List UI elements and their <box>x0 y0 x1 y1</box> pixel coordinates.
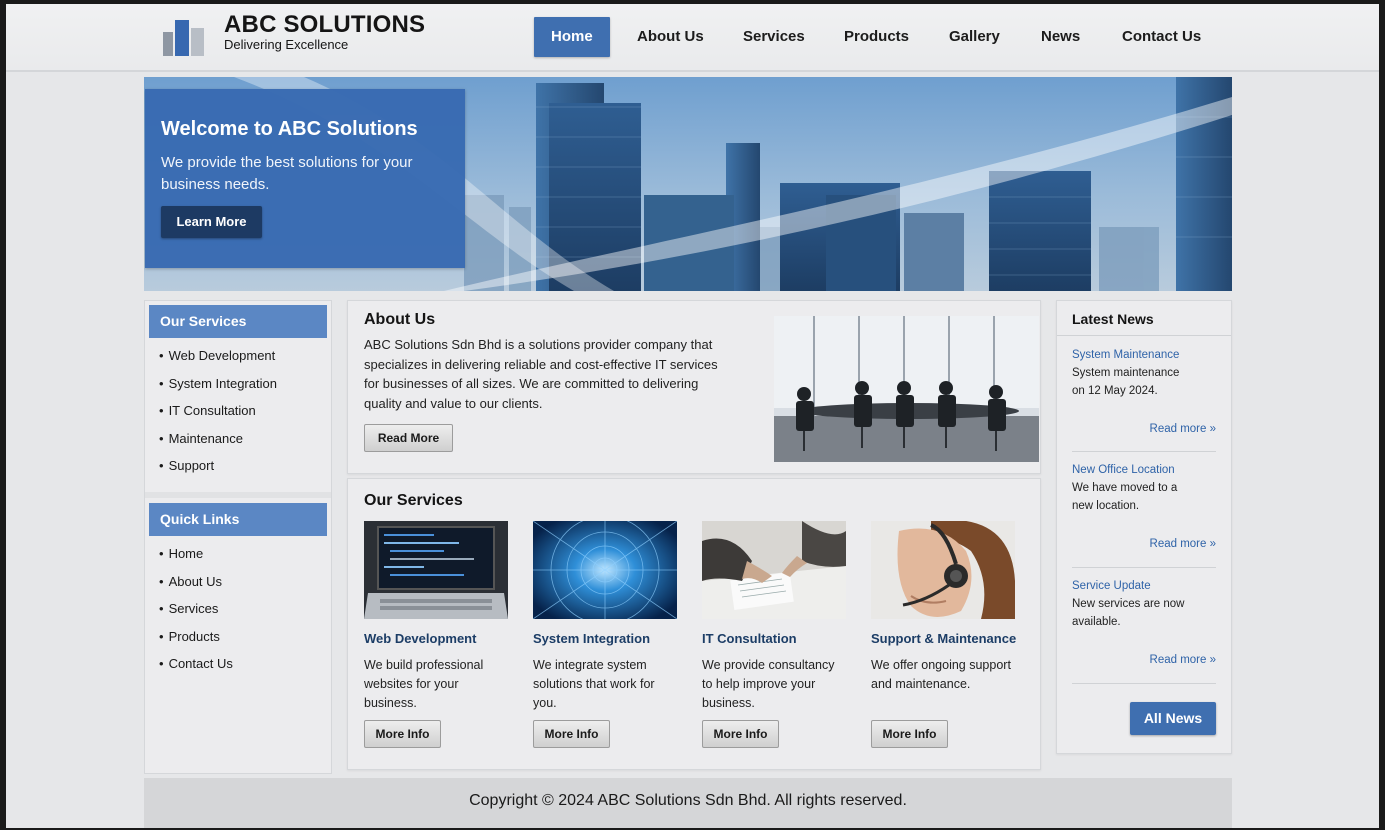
service-desc-it-consultation: We provide consultancy to help improve y… <box>702 658 835 710</box>
more-info-button-it-consultation[interactable]: More Info <box>702 720 779 748</box>
latest-news-title: Latest News <box>1072 311 1154 327</box>
service-title-web-development[interactable]: Web Development <box>364 631 476 646</box>
hero-title: Welcome to ABC Solutions <box>161 118 418 140</box>
all-news-button[interactable]: All News <box>1130 702 1216 735</box>
page-frame: ABC SOLUTIONS Delivering Excellence Home… <box>6 4 1379 828</box>
more-info-button-support-maintenance[interactable]: More Info <box>871 720 948 748</box>
site-footer: Copyright © 2024 ABC Solutions Sdn Bhd. … <box>144 778 1232 828</box>
hero-welcome-box: Welcome to ABC Solutions We provide the … <box>145 89 465 268</box>
sidebar-item-it-consultation[interactable]: IT Consultation <box>159 403 277 431</box>
hero-banner: Welcome to ABC Solutions We provide the … <box>144 77 1232 291</box>
quick-link-about-us[interactable]: About Us <box>159 574 233 602</box>
hero-text: We provide the best solutions for your b… <box>161 154 413 193</box>
laptop-code-image <box>364 521 508 619</box>
services-title: Our Services <box>364 492 463 509</box>
service-desc-support-maintenance: We offer ongoing support and maintenance… <box>871 658 1011 691</box>
nav-news[interactable]: News <box>1041 17 1080 57</box>
quick-link-services[interactable]: Services <box>159 601 233 629</box>
quick-link-home[interactable]: Home <box>159 546 233 574</box>
left-sidebar: Our Services Web Development System Inte… <box>144 300 332 774</box>
more-info-button-system-integration[interactable]: More Info <box>533 720 610 748</box>
news-title-new-office-location[interactable]: New Office Location <box>1072 464 1216 476</box>
nav-services[interactable]: Services <box>743 17 805 57</box>
nav-products[interactable]: Products <box>844 17 909 57</box>
sidebar-item-system-integration[interactable]: System Integration <box>159 376 277 404</box>
news-text-system-maintenance: System maintenance on 12 May 2024. <box>1072 367 1180 397</box>
news-title-system-maintenance[interactable]: System Maintenance <box>1072 349 1216 361</box>
news-title-service-update[interactable]: Service Update <box>1072 580 1216 592</box>
services-panel: Our Services Web Development We build pr… <box>347 478 1041 770</box>
nav-contact-us[interactable]: Contact Us <box>1122 17 1201 57</box>
read-more-button[interactable]: Read More <box>364 424 453 452</box>
service-title-system-integration[interactable]: System Integration <box>533 631 650 646</box>
nav-gallery[interactable]: Gallery <box>949 17 1000 57</box>
news-item-system-maintenance: System Maintenance System maintenance on… <box>1072 349 1216 439</box>
news-item-new-office-location: New Office Location We have moved to a n… <box>1072 464 1216 554</box>
about-us-title: About Us <box>364 311 436 328</box>
news-read-more-new-office-location[interactable]: Read more » <box>1150 538 1216 550</box>
news-read-more-system-maintenance[interactable]: Read more » <box>1150 423 1216 435</box>
brand-tagline: Delivering Excellence <box>224 37 349 52</box>
more-info-button-web-development[interactable]: More Info <box>364 720 441 748</box>
nav-about-us[interactable]: About Us <box>637 17 704 57</box>
service-desc-web-development: We build professional websites for your … <box>364 658 484 710</box>
news-divider <box>1072 567 1216 568</box>
services-menu: Web Development System Integration IT Co… <box>159 348 277 486</box>
about-us-text: ABC Solutions Sdn Bhd is a solutions pro… <box>364 337 718 412</box>
sidebar-item-maintenance[interactable]: Maintenance <box>159 431 277 459</box>
sidebar-item-support[interactable]: Support <box>159 458 277 486</box>
quick-links-menu: Home About Us Services Products Contact … <box>159 546 233 684</box>
our-services-header: Our Services <box>149 305 327 338</box>
sidebar-item-web-development[interactable]: Web Development <box>159 348 277 376</box>
service-title-support-maintenance[interactable]: Support & Maintenance <box>871 631 1016 646</box>
learn-more-button[interactable]: Learn More <box>161 206 262 238</box>
service-desc-system-integration: We integrate system solutions that work … <box>533 658 655 710</box>
nav-home[interactable]: Home <box>534 17 610 57</box>
news-read-more-service-update[interactable]: Read more » <box>1150 654 1216 666</box>
quick-links-header: Quick Links <box>149 503 327 536</box>
news-text-service-update: New services are now available. <box>1072 598 1185 628</box>
consultation-meeting-image <box>702 521 846 619</box>
brand-name[interactable]: ABC SOLUTIONS <box>224 11 425 39</box>
about-us-panel: About Us ABC Solutions Sdn Bhd is a solu… <box>347 300 1041 474</box>
quick-link-contact-us[interactable]: Contact Us <box>159 656 233 684</box>
building-logo-icon <box>163 20 204 56</box>
latest-news-panel: Latest News System Maintenance System ma… <box>1056 300 1232 754</box>
news-divider <box>1072 683 1216 684</box>
quick-link-products[interactable]: Products <box>159 629 233 657</box>
service-title-it-consultation[interactable]: IT Consultation <box>702 631 797 646</box>
meeting-room-image <box>774 316 1039 462</box>
sidebar-divider <box>145 492 331 498</box>
support-agent-image <box>871 521 1015 619</box>
news-text-new-office-location: We have moved to a new location. <box>1072 482 1178 512</box>
copyright-text: Copyright © 2024 ABC Solutions Sdn Bhd. … <box>469 792 907 809</box>
site-header: ABC SOLUTIONS Delivering Excellence Home… <box>6 4 1379 72</box>
news-header-divider <box>1057 335 1231 336</box>
news-divider <box>1072 451 1216 452</box>
digital-network-image <box>533 521 677 619</box>
news-item-service-update: Service Update New services are now avai… <box>1072 580 1216 670</box>
